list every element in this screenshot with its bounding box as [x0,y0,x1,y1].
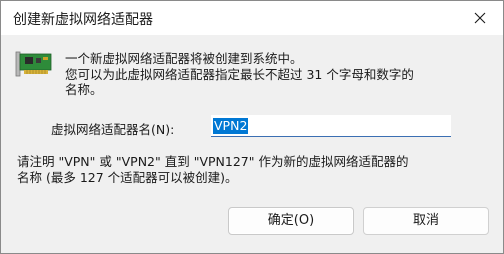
adapter-name-value: VPN2 [213,118,249,134]
title-bar: 创建新虚拟网络适配器 [1,1,503,35]
adapter-name-input[interactable]: VPN2 [211,115,451,137]
hint-text: 请注明 "VPN" 或 "VPN2" 直到 "VPN127" 作为新的虚拟网络适… [17,154,497,186]
intro-line: 您可以为此虚拟网络适配器指定最长不超过 31 个字母和数字的 [65,66,414,82]
close-button[interactable] [457,1,503,35]
dialog-body: 一个新虚拟网络适配器将被创建到系统中。 您可以为此虚拟网络适配器指定最长不超过 … [1,35,503,253]
intro-line: 一个新虚拟网络适配器将被创建到系统中。 [65,51,303,66]
window-title: 创建新虚拟网络适配器 [13,12,153,28]
intro-line: 名称。 [65,82,103,97]
ok-button[interactable]: 确定(O) [228,207,354,235]
adapter-name-label: 虚拟网络适配器名(N): [51,122,175,137]
create-adapter-dialog: 创建新虚拟网络适配器 一个新虚拟网络适配器将被创建到系统中。 您可以为此虚拟网络… [0,0,504,254]
close-icon [474,12,486,24]
network-card-icon [15,51,52,77]
hint-line: 名称 (最多 127 个适配器可以被创建)。 [17,170,238,185]
intro-text: 一个新虚拟网络适配器将被创建到系统中。 您可以为此虚拟网络适配器指定最长不超过 … [65,51,495,98]
hint-line: 请注明 "VPN" 或 "VPN2" 直到 "VPN127" 作为新的虚拟网络适… [17,154,409,169]
cancel-button[interactable]: 取消 [363,207,489,235]
